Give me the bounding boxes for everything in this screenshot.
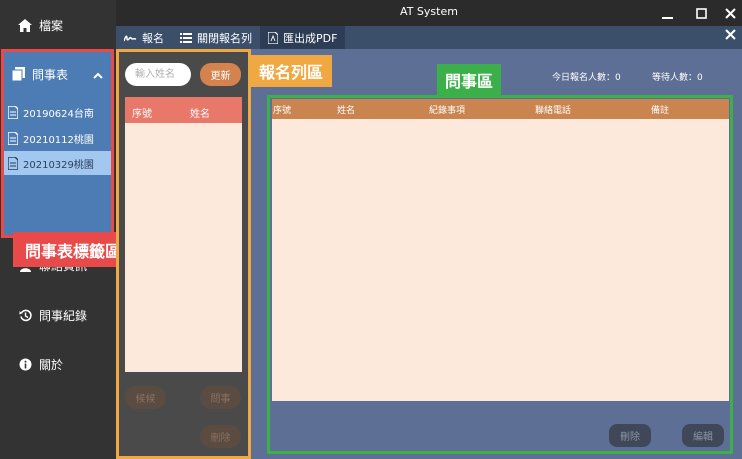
minimize-icon [661, 16, 673, 19]
sidebar-subitem-selected[interactable]: 20210329桃園 [4, 151, 111, 175]
app-window: 檔案 問事表 20190624台南 20210112桃園 20210329桃園 … [0, 0, 742, 459]
consultation-table-header: 序號 姓名 紀錄事項 聯絡電話 備註 [272, 99, 729, 119]
close-button[interactable] [719, 2, 741, 24]
menu-item-label: 關閉報名列 [197, 31, 252, 45]
column-header-number: 序號 [132, 109, 152, 120]
window-title: AT System [400, 5, 458, 18]
home-icon [18, 18, 32, 32]
menu-bar: 報名 關閉報名列 匯出成PDF [116, 26, 742, 49]
column-header-name: 姓名 [337, 106, 356, 116]
refresh-button[interactable]: 更新 [200, 63, 241, 86]
maximize-icon [695, 7, 707, 19]
sidebar-subitem-label: 20210329桃園 [23, 159, 94, 171]
sidebar-subitem[interactable]: 20210112桃園 [4, 126, 111, 150]
annotation-consultation-region-label: 問事區 [437, 64, 501, 96]
annotation-registration-region-label: 報名列區 [250, 55, 332, 87]
chevron-up-icon[interactable] [93, 68, 103, 82]
file-icon [8, 156, 18, 170]
history-icon [18, 308, 32, 322]
column-header-notes: 備註 [651, 106, 670, 116]
wait-button[interactable]: 候候 [125, 386, 166, 409]
close-icon [725, 29, 736, 40]
sidebar-submenu-panel: 問事表 20190624台南 20210112桃園 20210329桃園 [4, 52, 111, 235]
waiting-count: 等待人數：0 [652, 73, 703, 83]
minimize-button[interactable] [656, 2, 678, 24]
edit-consultation-button[interactable]: 編輯 [682, 424, 724, 447]
registration-list-header: 序號 姓名 [125, 97, 242, 123]
sidebar-item-label: 問事表 [32, 67, 69, 82]
sidebar-subitem[interactable]: 20190624台南 [4, 100, 111, 124]
menu-item-label: 匯出成PDF [283, 31, 338, 45]
column-header-number: 序號 [273, 106, 292, 116]
sidebar-subitem-label: 20210112桃園 [23, 134, 94, 146]
document-stack-icon [12, 67, 25, 81]
sidebar-item-files[interactable]: 檔案 [0, 5, 116, 45]
delete-consultation-button[interactable]: 刪除 [609, 424, 651, 447]
close-icon [724, 7, 736, 19]
file-icon [8, 131, 18, 145]
column-header-phone: 聯絡電話 [535, 106, 572, 116]
menu-item-label: 報名 [142, 31, 164, 45]
info-icon [18, 357, 32, 371]
column-header-name: 姓名 [190, 109, 210, 120]
annotation-sidebar-region-label: 問事表標籤區 [13, 232, 133, 267]
consultation-table[interactable]: 序號 姓名 紀錄事項 聯絡電話 備註 [272, 99, 729, 401]
pdf-icon [268, 31, 278, 44]
column-header-record: 紀錄事項 [429, 106, 466, 116]
sidebar-subitem-label: 20190624台南 [23, 108, 94, 120]
title-bar: AT System [116, 0, 742, 26]
ask-button[interactable]: 問事 [200, 386, 241, 409]
sidebar-item-label: 問事紀錄 [39, 308, 88, 323]
sidebar: 檔案 問事表 20190624台南 20210112桃園 20210329桃園 … [0, 0, 133, 459]
signature-icon [124, 33, 137, 43]
name-search-input[interactable] [125, 63, 191, 86]
panel-close-button[interactable] [725, 28, 736, 44]
registration-list[interactable]: 序號 姓名 [125, 97, 242, 372]
sidebar-item-label: 關於 [39, 357, 64, 372]
sidebar-item-history[interactable]: 問事紀錄 [0, 295, 116, 335]
sidebar-item-about[interactable]: 關於 [0, 344, 116, 384]
menu-close-signup-list[interactable]: 關閉報名列 [172, 26, 260, 49]
menu-export-pdf[interactable]: 匯出成PDF [260, 26, 346, 49]
menu-signup[interactable]: 報名 [116, 26, 172, 49]
delete-registration-button[interactable]: 刪除 [200, 425, 241, 448]
list-icon [180, 32, 192, 43]
file-icon [8, 105, 18, 119]
today-signup-count: 今日報名人數：0 [552, 73, 621, 83]
sidebar-item-label: 檔案 [39, 18, 64, 33]
sidebar-item-consultation-tables[interactable]: 問事表 [4, 60, 111, 88]
maximize-button[interactable] [690, 2, 712, 24]
